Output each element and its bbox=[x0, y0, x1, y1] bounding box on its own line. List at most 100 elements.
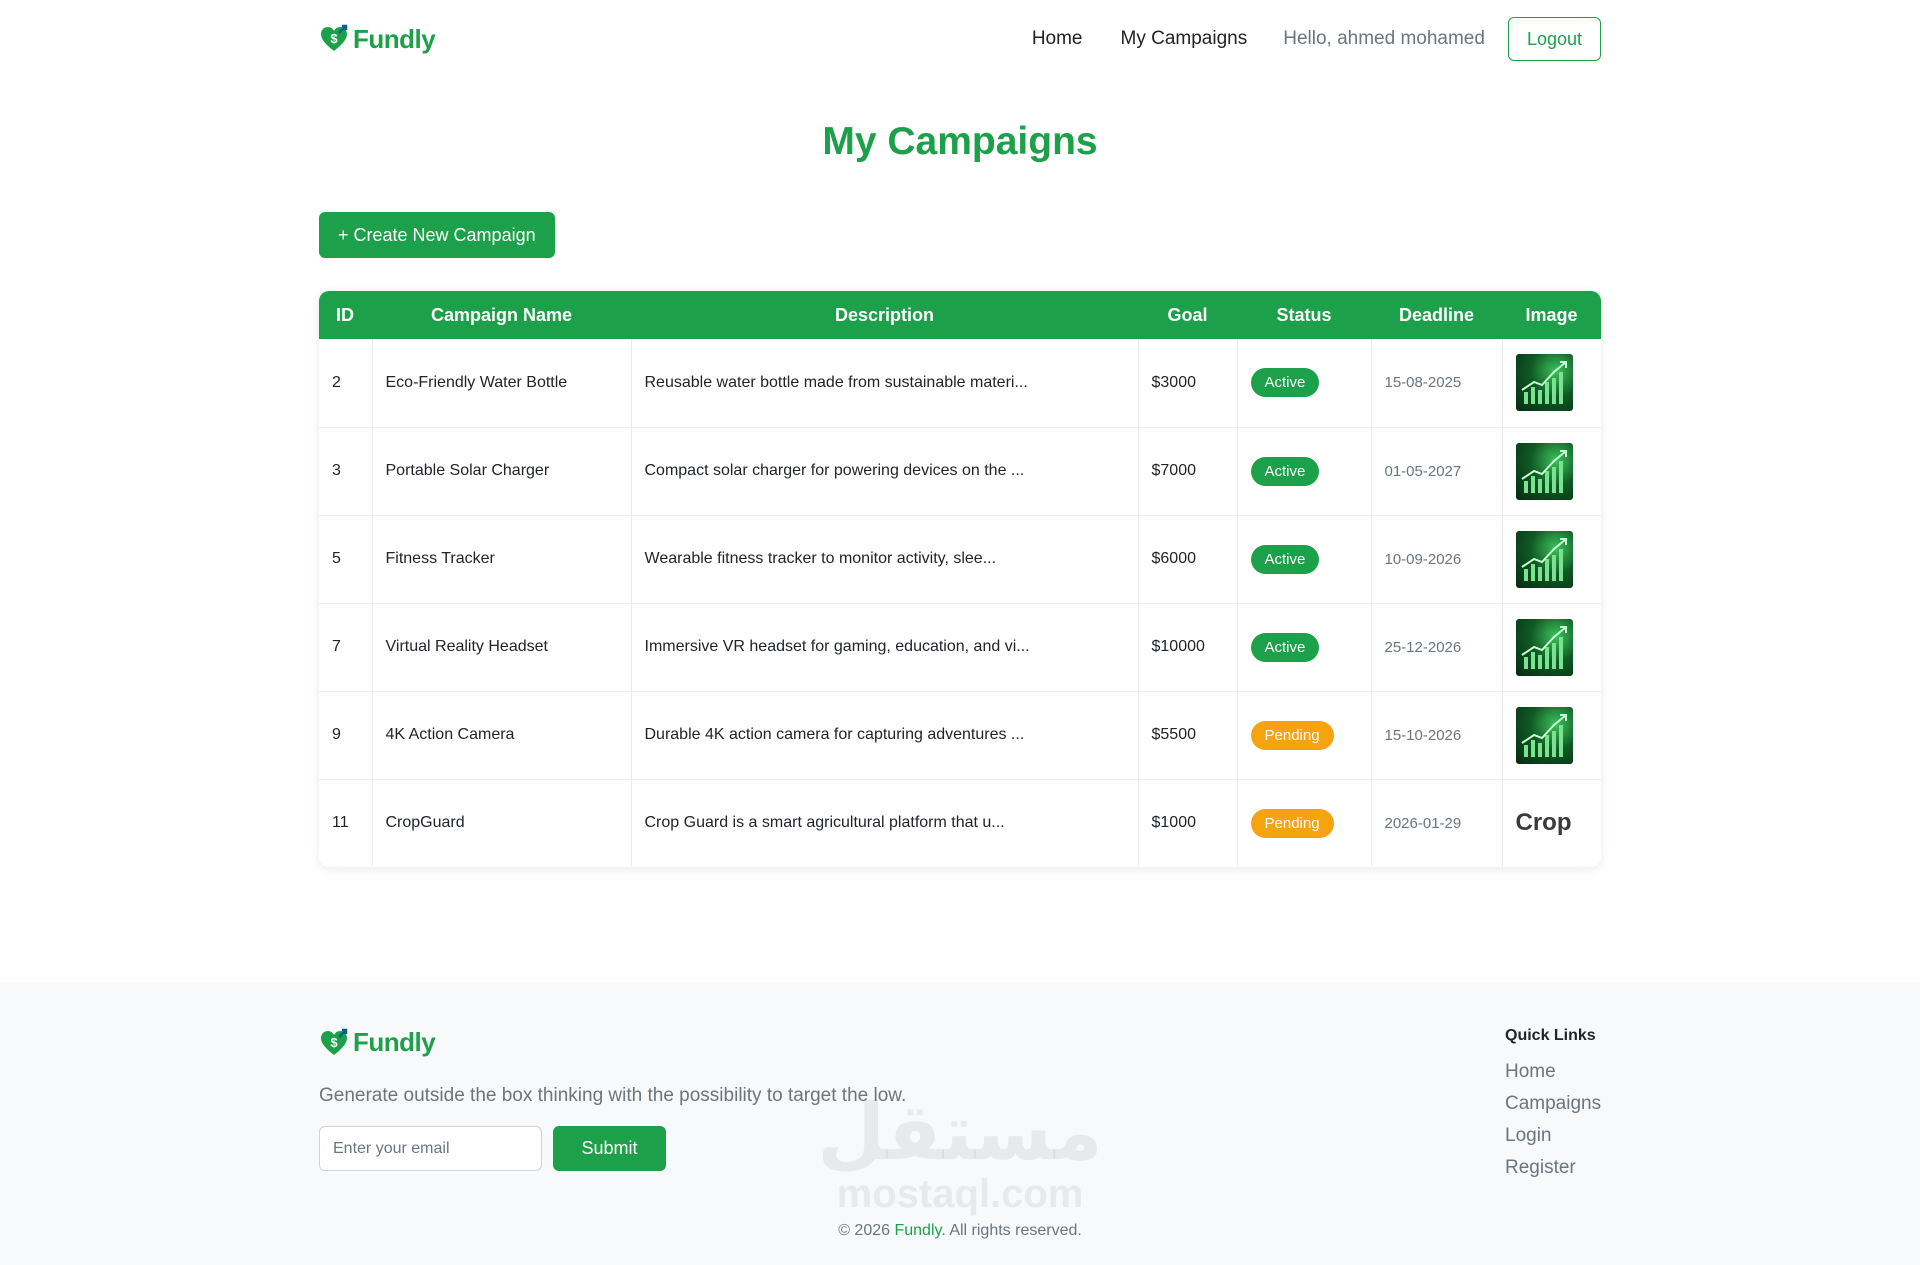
cell-status: Active bbox=[1237, 602, 1372, 691]
cell-id: 2 bbox=[319, 339, 373, 427]
cell-campaign-name: Fitness Tracker bbox=[372, 514, 632, 603]
table-header-row: ID Campaign Name Description Goal Status… bbox=[319, 291, 1601, 339]
cell-image: Crop bbox=[1502, 778, 1601, 867]
newsletter-email-input[interactable] bbox=[319, 1126, 542, 1171]
user-greeting: Hello, ahmed mohamed bbox=[1283, 28, 1485, 49]
header-goal: Goal bbox=[1167, 304, 1208, 325]
quick-link-home[interactable]: Home bbox=[1505, 1059, 1601, 1084]
navbar: $ Fundly Home My Campaigns Hello, ahmed … bbox=[319, 0, 1601, 78]
header-deadline: Deadline bbox=[1398, 304, 1475, 325]
create-campaign-button[interactable]: + Create New Campaign bbox=[319, 212, 555, 258]
header-description: Description bbox=[834, 304, 935, 325]
footer-brand-logo[interactable]: $ Fundly bbox=[319, 1027, 436, 1058]
cell-id: 5 bbox=[319, 514, 373, 603]
cell-id: 9 bbox=[319, 690, 373, 779]
nav-my-campaigns-link[interactable]: My Campaigns bbox=[1121, 28, 1248, 50]
campaign-thumbnail-image bbox=[1515, 354, 1573, 412]
table-body: 2 Eco-Friendly Water Bottle Reusable water… bbox=[319, 339, 1601, 867]
campaign-image-alt-text: Crop bbox=[1515, 809, 1572, 837]
cell-campaign-name: Portable Solar Charger bbox=[372, 426, 632, 515]
campaign-thumbnail-image bbox=[1515, 706, 1573, 764]
table-row: 9 4K Action Camera Durable 4K action camer… bbox=[319, 690, 1601, 779]
newsletter-submit-button[interactable]: Submit bbox=[553, 1126, 666, 1171]
heart-dollar-logo-icon: $ bbox=[321, 24, 348, 51]
watermark-text: مستقل bbox=[817, 1088, 1103, 1178]
status-badge: Active bbox=[1250, 632, 1320, 662]
header-campaign-name: Campaign Name bbox=[430, 304, 573, 325]
cell-status: Pending bbox=[1237, 690, 1372, 779]
cell-status: Active bbox=[1237, 426, 1372, 515]
copyright-brand[interactable]: Fundly bbox=[894, 1222, 941, 1239]
quick-links-title: Quick Links bbox=[1505, 1027, 1596, 1044]
cell-deadline: 25-12-2026 bbox=[1371, 602, 1503, 691]
cell-image bbox=[1502, 339, 1601, 427]
status-badge: Pending bbox=[1250, 808, 1334, 838]
cell-description: Compact solar charger for powering devic… bbox=[631, 426, 1139, 515]
footer: مستقل mostaql.com $ Fundly Generate outs… bbox=[0, 982, 1920, 1265]
campaign-thumbnail-image bbox=[1515, 530, 1573, 588]
copyright: © 2026 Fundly. All rights reserved. bbox=[0, 1222, 1920, 1240]
brand-logo-link[interactable]: $ Fundly bbox=[319, 23, 436, 55]
cell-description: Immersive VR headset for gaming, educati… bbox=[631, 602, 1139, 691]
quick-links: Quick Links Home Campaigns Login Registe… bbox=[1505, 1027, 1601, 1187]
cell-image bbox=[1502, 690, 1601, 779]
cell-image bbox=[1502, 602, 1601, 691]
cell-description: Durable 4K action camera for capturing a… bbox=[631, 690, 1139, 779]
cell-campaign-name: Virtual Reality Headset bbox=[372, 602, 632, 691]
watermark-subtext: mostaql.com bbox=[836, 1172, 1084, 1216]
nav-home-link[interactable]: Home bbox=[1032, 28, 1083, 50]
cell-status: Active bbox=[1237, 514, 1372, 603]
table-row: 7 Virtual Reality Headset Immersive VR hea… bbox=[319, 602, 1601, 691]
cell-deadline: 15-10-2026 bbox=[1371, 690, 1503, 779]
quick-link-login[interactable]: Login bbox=[1505, 1123, 1601, 1148]
cell-campaign-name: Eco-Friendly Water Bottle bbox=[372, 339, 632, 427]
cell-deadline: 2026-01-29 bbox=[1371, 778, 1503, 867]
table-row: 5 Fitness Tracker Wearable fitness tracker… bbox=[319, 514, 1601, 603]
status-badge: Active bbox=[1250, 456, 1320, 486]
page-title: My Campaigns bbox=[822, 120, 1098, 163]
copyright-suffix: . All rights reserved. bbox=[941, 1222, 1082, 1239]
cell-deadline: 10-09-2026 bbox=[1371, 514, 1503, 603]
cell-description: Crop Guard is a smart agricultural platf… bbox=[631, 778, 1139, 867]
cell-goal: $5500 bbox=[1138, 690, 1238, 779]
header-image: Image bbox=[1525, 304, 1578, 325]
heart-dollar-logo-icon: $ bbox=[321, 1028, 348, 1055]
header-status: Status bbox=[1276, 304, 1332, 325]
cell-campaign-name: 4K Action Camera bbox=[372, 690, 632, 779]
cell-image bbox=[1502, 426, 1601, 515]
table-row: 2 Eco-Friendly Water Bottle Reusable water… bbox=[319, 339, 1601, 427]
cell-id: 11 bbox=[319, 778, 373, 867]
nav-links: Home My Campaigns Hello, ahmed mohamed L… bbox=[994, 17, 1601, 61]
cell-description: Wearable fitness tracker to monitor acti… bbox=[631, 514, 1139, 603]
cell-deadline: 15-08-2025 bbox=[1371, 339, 1503, 427]
campaigns-table: ID Campaign Name Description Goal Status… bbox=[319, 291, 1601, 867]
status-badge: Active bbox=[1250, 544, 1320, 574]
campaign-thumbnail-image bbox=[1515, 618, 1573, 676]
cell-goal: $10000 bbox=[1138, 602, 1238, 691]
quick-link-register[interactable]: Register bbox=[1505, 1155, 1601, 1180]
cell-goal: $1000 bbox=[1138, 778, 1238, 867]
cell-description: Reusable water bottle made from sustaina… bbox=[631, 339, 1139, 427]
campaign-thumbnail-image bbox=[1515, 442, 1573, 500]
cell-id: 3 bbox=[319, 426, 373, 515]
logout-button[interactable]: Logout bbox=[1507, 17, 1601, 61]
svg-text:$: $ bbox=[330, 31, 338, 46]
brand-name: Fundly bbox=[353, 23, 436, 54]
status-badge: Pending bbox=[1250, 720, 1334, 750]
cell-goal: $6000 bbox=[1138, 514, 1238, 603]
cell-image bbox=[1502, 514, 1601, 603]
cell-goal: $7000 bbox=[1138, 426, 1238, 515]
cell-status: Active bbox=[1237, 339, 1372, 427]
footer-brand-name: Fundly bbox=[353, 1027, 436, 1057]
svg-text:$: $ bbox=[330, 1035, 338, 1050]
cell-goal: $3000 bbox=[1138, 339, 1238, 427]
cell-status: Pending bbox=[1237, 778, 1372, 867]
table-row: 11 CropGuard Crop Guard is a smart agricul… bbox=[319, 778, 1601, 867]
table-row: 3 Portable Solar Charger Compact solar cha… bbox=[319, 426, 1601, 515]
quick-link-campaigns[interactable]: Campaigns bbox=[1505, 1091, 1601, 1116]
cell-campaign-name: CropGuard bbox=[372, 778, 632, 867]
footer-tagline: Generate outside the box thinking with t… bbox=[319, 1085, 907, 1106]
cell-id: 7 bbox=[319, 602, 373, 691]
status-badge: Active bbox=[1250, 368, 1320, 398]
cell-deadline: 01-05-2027 bbox=[1371, 426, 1503, 515]
